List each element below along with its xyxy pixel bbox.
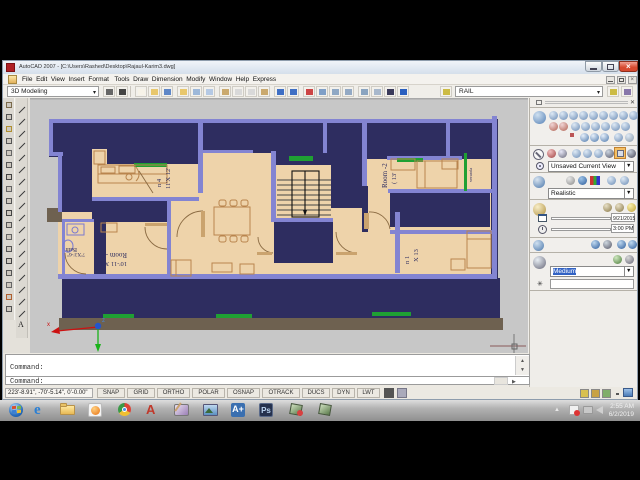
svg-text:z: z <box>102 318 105 324</box>
svg-text:x: x <box>47 322 50 328</box>
svg-text:veranda: veranda <box>468 168 473 182</box>
svg-text:10'-11 X 12': 10'-11 X 12' <box>95 260 127 267</box>
svg-text:Room -3: Room -3 <box>102 251 127 259</box>
svg-text:7'X3'-6": 7'X3'-6" <box>67 251 85 257</box>
svg-text:( 13': ( 13' <box>391 173 398 184</box>
svg-text:n 4: n 4 <box>156 178 163 187</box>
svg-text:11'X 12': 11'X 12' <box>165 168 172 189</box>
svg-text:X 13: X 13 <box>413 249 420 262</box>
svg-text:Room -2: Room -2 <box>381 163 389 188</box>
svg-text:n 1: n 1 <box>404 256 411 264</box>
